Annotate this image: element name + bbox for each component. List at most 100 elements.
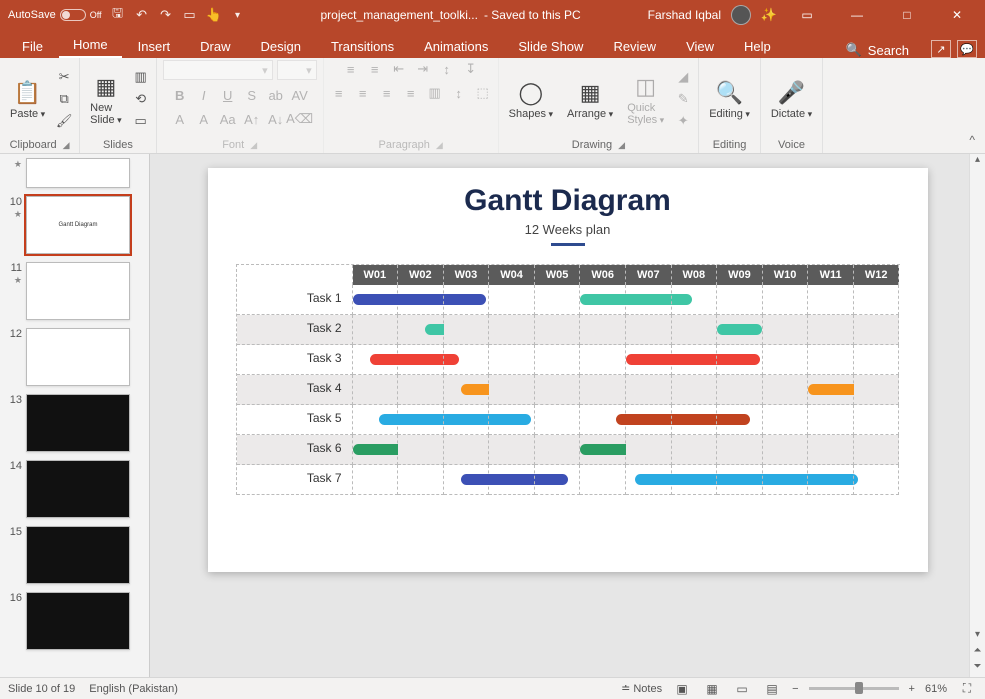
maximize-button[interactable]: □ xyxy=(887,0,927,30)
line-spacing-icon[interactable]: ↕ xyxy=(438,60,456,78)
slideshow-view-icon[interactable]: ▤ xyxy=(762,681,782,697)
tab-view[interactable]: View xyxy=(672,35,728,58)
zoom-in-button[interactable]: + xyxy=(909,683,915,695)
copy-icon[interactable]: ⧉ xyxy=(55,90,73,108)
dictate-button[interactable]: 🎤Dictate xyxy=(767,76,816,122)
highlight-icon[interactable]: A xyxy=(195,110,213,128)
format-painter-icon[interactable]: 🖌 xyxy=(55,112,73,130)
indent-inc-icon[interactable]: ⇥ xyxy=(414,60,432,78)
layout-icon[interactable]: ▥ xyxy=(132,68,150,86)
touch-mode-icon[interactable]: 👆 xyxy=(206,7,222,23)
slide-canvas[interactable]: Gantt Diagram 12 Weeks plan W01W02W03W04… xyxy=(208,168,928,572)
scroll-up-icon[interactable]: ▴ xyxy=(970,154,985,170)
sorter-view-icon[interactable]: ▦ xyxy=(702,681,722,697)
collapse-ribbon-button[interactable]: ^ xyxy=(959,58,985,153)
paste-button[interactable]: 📋 Paste xyxy=(6,76,49,122)
clear-format-icon[interactable]: A⌫ xyxy=(291,110,309,128)
tab-review[interactable]: Review xyxy=(599,35,670,58)
thumbnail[interactable] xyxy=(26,526,130,584)
cut-icon[interactable]: ✂ xyxy=(55,68,73,86)
dialog-launcher-icon[interactable]: ◢ xyxy=(618,140,625,151)
section-icon[interactable]: ▭ xyxy=(132,112,150,130)
change-case-icon[interactable]: Aa xyxy=(219,110,237,128)
text-direction-icon[interactable]: ↧ xyxy=(462,60,480,78)
justify-icon[interactable]: ≡ xyxy=(402,84,420,102)
spacing-icon[interactable]: AV xyxy=(291,86,309,104)
tab-help[interactable]: Help xyxy=(730,35,785,58)
undo-icon[interactable]: ↶ xyxy=(134,7,150,23)
bold-icon[interactable]: B xyxy=(171,86,189,104)
qat-more-icon[interactable]: ▾ xyxy=(230,7,246,23)
shrink-font-icon[interactable]: A↓ xyxy=(267,110,285,128)
tab-slideshow[interactable]: Slide Show xyxy=(504,35,597,58)
vertical-scrollbar[interactable]: ▴ ▾ ⏶ ⏷ xyxy=(969,154,985,677)
editing-button[interactable]: 🔍Editing xyxy=(705,76,754,122)
thumbnail[interactable] xyxy=(26,460,130,518)
avatar[interactable] xyxy=(731,5,751,25)
align-text-icon[interactable]: ↕ xyxy=(450,84,468,102)
align-right-icon[interactable]: ≡ xyxy=(378,84,396,102)
tab-draw[interactable]: Draw xyxy=(186,35,244,58)
thumbnail-prev[interactable] xyxy=(26,158,130,188)
minimize-button[interactable]: — xyxy=(837,0,877,30)
shape-effects-icon[interactable]: ✦ xyxy=(674,112,692,130)
coming-soon-icon[interactable]: ✨ xyxy=(761,7,777,23)
tab-design[interactable]: Design xyxy=(247,35,315,58)
tab-insert[interactable]: Insert xyxy=(124,35,185,58)
tab-animations[interactable]: Animations xyxy=(410,35,502,58)
next-slide-icon[interactable]: ⏷ xyxy=(970,661,985,677)
zoom-out-button[interactable]: − xyxy=(792,683,798,695)
shape-outline-icon[interactable]: ✎ xyxy=(674,90,692,108)
share-button[interactable]: ↗ xyxy=(931,40,951,58)
smartart-icon[interactable]: ⬚ xyxy=(474,84,492,102)
font-size-box[interactable]: ▾ xyxy=(277,60,317,80)
italic-icon[interactable]: I xyxy=(195,86,213,104)
thumbnail[interactable] xyxy=(26,262,130,320)
shadow-icon[interactable]: ab xyxy=(267,86,285,104)
zoom-slider[interactable] xyxy=(809,687,899,690)
arrange-button[interactable]: ▦Arrange xyxy=(563,76,617,122)
font-name-box[interactable]: ▾ xyxy=(163,60,273,80)
close-button[interactable]: ✕ xyxy=(937,0,977,30)
comments-button[interactable]: 💬 xyxy=(957,40,977,58)
tab-transitions[interactable]: Transitions xyxy=(317,35,408,58)
columns-icon[interactable]: ▥ xyxy=(426,84,444,102)
normal-view-icon[interactable]: ▣ xyxy=(672,681,692,697)
autosave-toggle[interactable]: AutoSave Off xyxy=(8,9,102,21)
font-color-icon[interactable]: A xyxy=(171,110,189,128)
save-icon[interactable]: 🖫 xyxy=(110,7,126,23)
align-center-icon[interactable]: ≡ xyxy=(354,84,372,102)
shapes-button[interactable]: ◯Shapes xyxy=(505,76,557,122)
slide-info[interactable]: Slide 10 of 19 xyxy=(8,683,75,695)
shape-fill-icon[interactable]: ◢ xyxy=(674,68,692,86)
search-box[interactable]: 🔍 Search xyxy=(846,42,917,58)
numbering-icon[interactable]: ≡ xyxy=(366,60,384,78)
align-left-icon[interactable]: ≡ xyxy=(330,84,348,102)
reading-view-icon[interactable]: ▭ xyxy=(732,681,752,697)
quick-styles-button[interactable]: ◫Quick Styles xyxy=(623,70,668,128)
bullets-icon[interactable]: ≡ xyxy=(342,60,360,78)
thumbnail[interactable] xyxy=(26,592,130,650)
thumbnail[interactable]: Gantt Diagram xyxy=(26,196,130,254)
thumbnail[interactable] xyxy=(26,328,130,386)
scroll-down-icon[interactable]: ▾ xyxy=(970,629,985,645)
fit-slide-icon[interactable]: ⛶ xyxy=(957,681,977,697)
ribbon-display-icon[interactable]: ▭ xyxy=(787,0,827,30)
language-label[interactable]: English (Pakistan) xyxy=(89,683,178,695)
strike-icon[interactable]: S xyxy=(243,86,261,104)
indent-dec-icon[interactable]: ⇤ xyxy=(390,60,408,78)
tab-file[interactable]: File xyxy=(8,35,57,58)
reset-icon[interactable]: ⟲ xyxy=(132,90,150,108)
thumbnail-panel[interactable]: ★ 10★Gantt Diagram11★1213141516 xyxy=(0,154,150,677)
dialog-launcher-icon[interactable]: ◢ xyxy=(250,140,257,151)
grow-font-icon[interactable]: A↑ xyxy=(243,110,261,128)
dialog-launcher-icon[interactable]: ◢ xyxy=(436,140,443,151)
slideshow-icon[interactable]: ▭ xyxy=(182,7,198,23)
dialog-launcher-icon[interactable]: ◢ xyxy=(63,140,70,151)
underline-icon[interactable]: U xyxy=(219,86,237,104)
thumbnail[interactable] xyxy=(26,394,130,452)
prev-slide-icon[interactable]: ⏶ xyxy=(970,645,985,661)
new-slide-button[interactable]: ▦ New Slide xyxy=(86,70,126,128)
tab-home[interactable]: Home xyxy=(59,33,122,58)
redo-icon[interactable]: ↷ xyxy=(158,7,174,23)
